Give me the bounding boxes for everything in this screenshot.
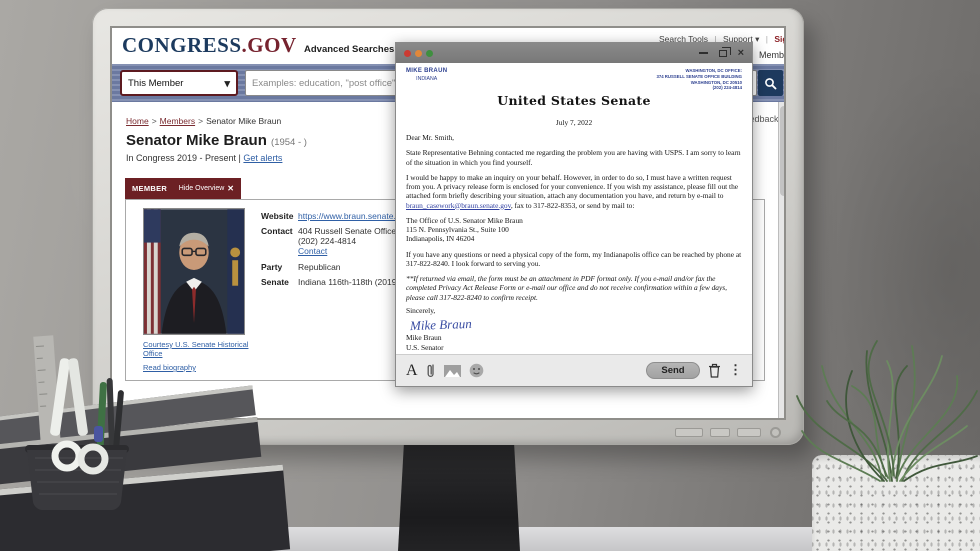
sincerely: Sincerely, <box>406 306 742 315</box>
plant-grass <box>792 336 980 486</box>
image-icon[interactable] <box>444 365 461 377</box>
website-link[interactable]: https://www.braun.senate.gov <box>298 211 410 221</box>
breadcrumb-members[interactable]: Members <box>160 116 195 126</box>
page-scrollbar[interactable] <box>778 102 786 420</box>
party-label: Party <box>261 262 282 272</box>
letter-date: July 7, 2022 <box>406 118 742 127</box>
party-value: Republican <box>298 262 341 272</box>
monitor-power-button[interactable] <box>770 427 781 438</box>
monitor-stand <box>398 440 520 551</box>
letterhead-title: United States Senate <box>406 93 742 109</box>
trash-icon[interactable] <box>708 363 721 378</box>
search-button[interactable] <box>758 70 783 96</box>
office-address-block: WASHINGTON, DC OFFICE: 374 RUSSELL SENAT… <box>656 68 742 91</box>
closing-block: Mike Braun U.S. Senator P.S. This messag… <box>406 333 742 355</box>
senate-label: Senate <box>261 277 289 287</box>
screen: CONGRESS.GOV Advanced Searches Search To… <box>110 26 786 420</box>
search-icon <box>764 77 777 90</box>
letter-content: MIKE BRAUN INDIANA WASHINGTON, DC OFFICE… <box>396 63 752 355</box>
monitor-menu-button[interactable] <box>675 428 703 437</box>
contact-phone: (202) 224-4814 <box>298 236 356 246</box>
monitor-plus-button[interactable] <box>710 428 730 437</box>
pen-blue-cap <box>94 426 103 442</box>
photo-caption: Courtesy U.S. Senate Historical Office <box>143 340 261 359</box>
letter-paragraph: State Representative Behning contacted m… <box>406 148 742 167</box>
website-label: Website <box>261 211 293 221</box>
send-button[interactable]: Send <box>646 362 700 379</box>
tenure-line: In Congress 2019 - Present | Get alerts <box>126 153 282 163</box>
breadcrumb-current: Senator Mike Braun <box>206 116 281 126</box>
monitor-minus-button[interactable] <box>737 428 761 437</box>
desk-scene: CONGRESS.GOV Advanced Searches Search To… <box>0 0 980 551</box>
paperclip-icon[interactable] <box>426 363 436 379</box>
scrollbar-thumb[interactable] <box>780 106 786 196</box>
contact-label: Contact <box>261 226 293 236</box>
sign-in-menu[interactable]: Sign In ▾ <box>774 34 786 44</box>
member-tab[interactable]: MEMBER Hide Overview ✕ <box>125 178 241 199</box>
close-icon[interactable]: × <box>738 48 744 59</box>
minimize-icon[interactable] <box>699 52 708 54</box>
letter-toolbar: A Send <box>396 354 752 386</box>
letter-window: × MIKE BRAUN INDIANA WASHINGTON, DC OFFI… <box>395 42 753 387</box>
congress-gov-logo[interactable]: CONGRESS.GOV <box>122 33 297 58</box>
traffic-light-orange-icon[interactable] <box>415 50 422 57</box>
sender-block: MIKE BRAUN INDIANA <box>406 68 447 82</box>
more-options-icon[interactable]: ⋮ <box>729 367 742 374</box>
members-nav-link[interactable]: Members <box>759 50 786 60</box>
hide-overview-button[interactable]: Hide Overview <box>179 185 225 192</box>
traffic-light-red-icon[interactable] <box>404 50 411 57</box>
salutation: Dear Mr. Smith, <box>406 133 742 142</box>
read-biography: Read biography <box>143 363 196 372</box>
read-biography-link[interactable]: Read biography <box>143 363 196 372</box>
pen-holder <box>15 330 135 510</box>
page-title: Senator Mike Braun (1954 - ) <box>126 132 307 149</box>
email-link[interactable]: braun_casework@braun.senate.gov <box>406 201 511 210</box>
advanced-searches-link[interactable]: Advanced Searches <box>304 44 394 55</box>
letter-paragraph: If you have any questions or need a phys… <box>406 250 742 269</box>
monitor: CONGRESS.GOV Advanced Searches Search To… <box>92 8 804 445</box>
photo-caption-link[interactable]: Courtesy U.S. Senate Historical Office <box>143 340 248 358</box>
close-icon[interactable]: ✕ <box>227 184 234 193</box>
letter-titlebar[interactable]: × <box>396 43 752 63</box>
contact-link[interactable]: Contact <box>298 246 327 256</box>
traffic-light-green-icon[interactable] <box>426 50 433 57</box>
maximize-icon[interactable] <box>719 50 727 57</box>
emoji-icon[interactable] <box>469 363 484 378</box>
letter-note: **If returned via email, the form must b… <box>406 274 742 302</box>
scissors-blade <box>68 358 89 437</box>
get-alerts-link[interactable]: Get alerts <box>243 153 282 163</box>
signature: Mike Braun <box>410 316 472 334</box>
member-years: (1954 - ) <box>271 137 307 148</box>
breadcrumb-home[interactable]: Home <box>126 116 149 126</box>
chevron-down-icon: ▾ <box>224 77 230 90</box>
mailing-address: The Office of U.S. Senator Mike Braun 11… <box>406 216 742 244</box>
member-photo <box>143 208 245 335</box>
letter-paragraph: I would be happy to make an inquiry on y… <box>406 173 742 210</box>
breadcrumb: Home>Members>Senator Mike Braun <box>126 116 281 126</box>
font-icon[interactable]: A <box>406 363 418 379</box>
search-scope-dropdown[interactable]: This Member ▾ <box>120 70 238 96</box>
